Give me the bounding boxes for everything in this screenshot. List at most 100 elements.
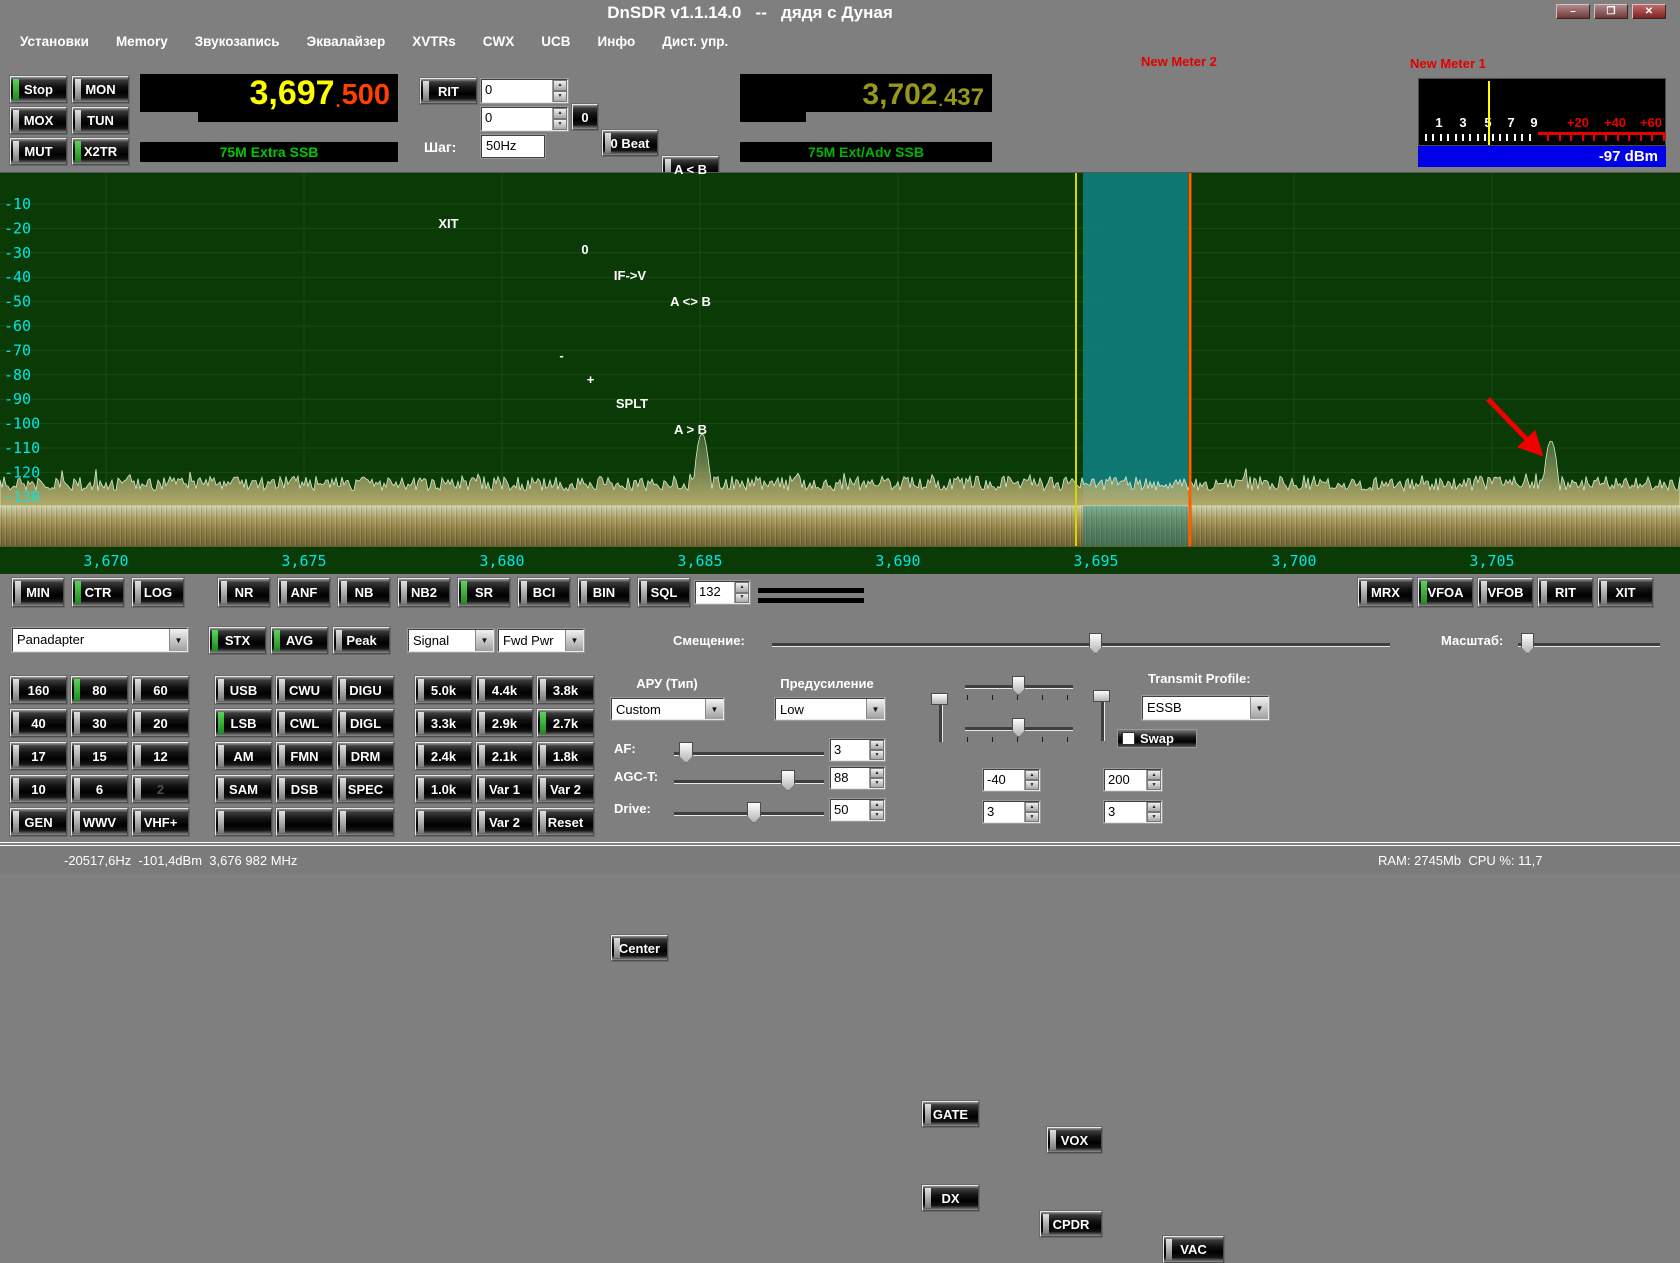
display-mode-button[interactable]: AVG <box>271 627 328 654</box>
display-mode-button[interactable]: Peak <box>333 627 390 654</box>
filter-button[interactable]: 3.8k <box>537 676 594 704</box>
band-button[interactable]: 60 <box>132 676 189 704</box>
menu-item[interactable]: Memory <box>116 34 168 49</box>
band-button[interactable]: 15 <box>71 742 128 770</box>
af-slider-thumb[interactable] <box>679 742 693 763</box>
agct-slider-thumb[interactable] <box>781 770 795 791</box>
display-mode-button[interactable]: STX <box>209 627 266 654</box>
swap-checkbox[interactable] <box>1122 732 1135 745</box>
tx-switch-button[interactable]: MON <box>72 76 129 103</box>
mode-button[interactable] <box>276 808 333 836</box>
af-spinner[interactable]: 3▲▼ <box>830 739 885 761</box>
mode-button[interactable]: CWL <box>276 709 333 737</box>
band-button[interactable]: 40 <box>10 709 67 737</box>
band-button[interactable]: 30 <box>71 709 128 737</box>
chevron-down-icon[interactable]: ▼ <box>565 630 583 651</box>
transmit-profile-select[interactable]: ESSB▼ <box>1142 696 1269 720</box>
spinner-down-icon[interactable]: ▼ <box>553 119 567 130</box>
mode-button[interactable]: USB <box>215 676 272 704</box>
vfo-button[interactable]: XIT <box>1598 578 1653 607</box>
spinner-down-icon[interactable]: ▼ <box>1147 812 1161 822</box>
pan2-slider-thumb[interactable] <box>1012 718 1025 737</box>
mic-slider-thumb[interactable] <box>931 693 948 705</box>
spinner-up-icon[interactable]: ▲ <box>1025 770 1039 780</box>
menu-item[interactable]: Установки <box>20 34 89 49</box>
dx-spinner[interactable]: 3▲▼ <box>983 801 1040 823</box>
band-button[interactable]: 6 <box>71 775 128 803</box>
vfo-a-display[interactable]: 3,697 . 500 <box>140 74 398 112</box>
filter-button[interactable] <box>415 808 472 836</box>
mode-button[interactable]: LSB <box>215 709 272 737</box>
vox-spinner[interactable]: 200▲▼ <box>1104 769 1162 791</box>
menu-item[interactable]: Инфо <box>598 34 636 49</box>
filter-button[interactable]: 2.9k <box>476 709 533 737</box>
band-button[interactable]: 160 <box>10 676 67 704</box>
dsp-button[interactable]: SQL <box>638 578 690 607</box>
vac-button[interactable]: VAC <box>1163 1236 1224 1263</box>
preamp-select[interactable]: Low▼ <box>775 698 885 720</box>
menu-item[interactable]: Дист. упр. <box>662 34 728 49</box>
spinner-up-icon[interactable]: ▲ <box>1147 802 1161 812</box>
drive-spinner[interactable]: 50▲▼ <box>830 799 885 821</box>
spinner-up-icon[interactable]: ▲ <box>870 740 884 750</box>
filter-button[interactable]: 5.0k <box>415 676 472 704</box>
zoom-slider-track[interactable] <box>1518 643 1660 646</box>
mode-button[interactable]: DIGL <box>337 709 394 737</box>
dsp-button[interactable]: BCI <box>518 578 570 607</box>
vfo-button[interactable]: MRX <box>1358 578 1413 607</box>
vfo-button[interactable]: VFOB <box>1478 578 1533 607</box>
mode-button[interactable]: SPEC <box>337 775 394 803</box>
menu-item[interactable]: CWX <box>483 34 515 49</box>
dsp-button[interactable]: SR <box>458 578 510 607</box>
filter-button[interactable]: 2.1k <box>476 742 533 770</box>
tx-meter-select[interactable]: Fwd Pwr▼ <box>498 629 584 652</box>
offset-slider-track[interactable] <box>772 643 1390 646</box>
vfo-button[interactable]: RIT <box>1538 578 1593 607</box>
mode-button[interactable]: DIGU <box>337 676 394 704</box>
display-button[interactable]: CTR <box>72 578 124 607</box>
step-input[interactable]: 50Hz <box>481 135 545 158</box>
gain-slider-thumb[interactable] <box>1093 690 1110 702</box>
filter-button[interactable]: 2.4k <box>415 742 472 770</box>
rit-zero-button[interactable]: 0 <box>572 104 598 130</box>
drive-slider-thumb[interactable] <box>747 802 761 823</box>
sql-spinner[interactable]: 132▲▼ <box>695 581 750 604</box>
spinner-down-icon[interactable]: ▼ <box>870 810 884 820</box>
band-button[interactable]: VHF+ <box>132 808 189 836</box>
mode-button[interactable] <box>215 808 272 836</box>
band-button[interactable]: 20 <box>132 709 189 737</box>
spinner-up-icon[interactable]: ▲ <box>870 768 884 778</box>
agct-slider-track[interactable] <box>674 780 824 783</box>
mode-button[interactable]: FMN <box>276 742 333 770</box>
spinner-up-icon[interactable]: ▲ <box>735 582 749 593</box>
filter-button[interactable]: Reset <box>537 808 594 836</box>
spinner-up-icon[interactable]: ▲ <box>1147 770 1161 780</box>
tx-switch-button[interactable]: MUT <box>10 138 67 165</box>
chevron-down-icon[interactable]: ▼ <box>475 630 493 651</box>
spinner-up-icon[interactable]: ▲ <box>553 108 567 119</box>
chevron-down-icon[interactable]: ▼ <box>705 699 723 719</box>
gate-button[interactable]: GATE <box>922 1101 979 1127</box>
mode-button[interactable]: AM <box>215 742 272 770</box>
zero-beat-button[interactable]: 0 Beat <box>602 130 658 156</box>
mode-button[interactable]: SAM <box>215 775 272 803</box>
spinner-down-icon[interactable]: ▼ <box>553 91 567 102</box>
chevron-down-icon[interactable]: ▼ <box>866 699 884 719</box>
cpdr-button[interactable]: CPDR <box>1040 1211 1102 1237</box>
filter-button[interactable]: 3.3k <box>415 709 472 737</box>
xit-spinner[interactable]: 0▲▼ <box>481 107 568 131</box>
spinner-down-icon[interactable]: ▼ <box>1025 780 1039 790</box>
display-button[interactable]: MIN <box>12 578 64 607</box>
menu-item[interactable]: XVTRs <box>412 34 456 49</box>
spinner-up-icon[interactable]: ▲ <box>1025 802 1039 812</box>
menu-item[interactable]: Эквалайзер <box>307 34 386 49</box>
spinner-down-icon[interactable]: ▼ <box>735 593 749 604</box>
close-button[interactable]: ✕ <box>1632 4 1666 19</box>
band-button[interactable]: WWV <box>71 808 128 836</box>
filter-button[interactable]: 1.8k <box>537 742 594 770</box>
gate-spinner[interactable]: -40▲▼ <box>983 769 1040 791</box>
vfo-button[interactable]: VFOA <box>1418 578 1473 607</box>
dsp-button[interactable]: NB2 <box>398 578 450 607</box>
tx-switch-button[interactable]: TUN <box>72 107 129 134</box>
tx-switch-button[interactable]: X2TR <box>72 138 129 165</box>
